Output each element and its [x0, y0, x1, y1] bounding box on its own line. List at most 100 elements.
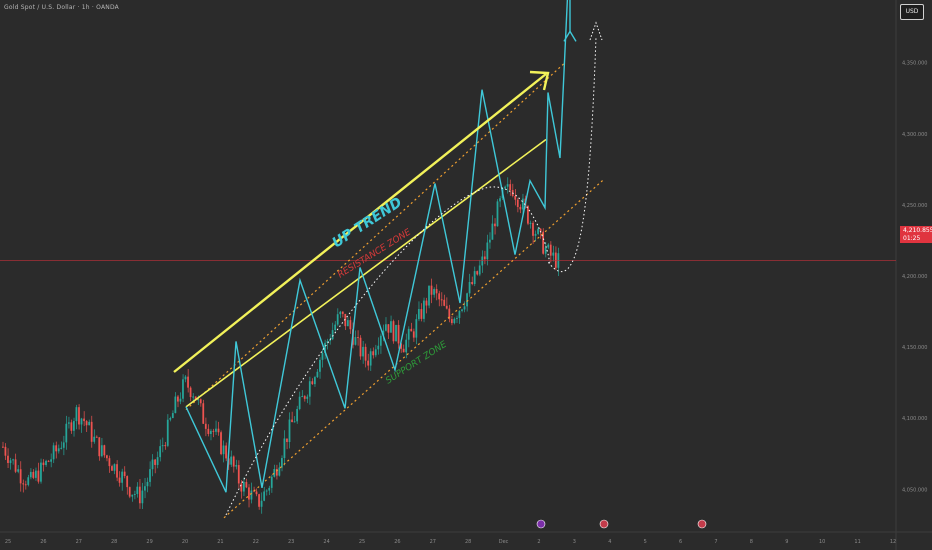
- x-tick-label: 25: [5, 539, 11, 545]
- candle-body: [423, 300, 425, 319]
- candle-body: [372, 351, 375, 356]
- candle-body: [278, 467, 281, 476]
- candle-body: [42, 462, 45, 466]
- candle-body: [527, 206, 529, 224]
- trading-chart[interactable]: 4,350.000 4,300.000 4,250.000 4,200.000 4,15…: [0, 0, 932, 550]
- candle-body: [242, 481, 245, 492]
- candle-body: [156, 457, 159, 465]
- candle-body: [430, 285, 433, 295]
- candle-body: [73, 421, 75, 431]
- candle-body: [308, 381, 311, 397]
- currency-button[interactable]: USD: [900, 4, 924, 20]
- projection-arrow-head: [589, 21, 603, 41]
- support-zone-label: SUPPORT ZONE: [384, 340, 449, 387]
- x-tick-label: 12: [890, 539, 896, 545]
- candle-body: [78, 407, 80, 425]
- x-tick-label: 29: [146, 539, 152, 545]
- candle-body: [111, 466, 113, 471]
- y-tick-label: 4,050.000: [902, 487, 927, 493]
- candle-body: [215, 428, 217, 432]
- candle-body: [298, 396, 301, 410]
- candle-body: [237, 465, 240, 484]
- candle-body: [171, 413, 174, 419]
- candle-body: [136, 486, 139, 494]
- candle-body: [311, 381, 314, 385]
- candle-body: [27, 477, 30, 485]
- candle-body: [387, 324, 390, 333]
- candle-body: [222, 445, 225, 455]
- candle-body: [407, 328, 410, 340]
- candle-body: [552, 252, 555, 256]
- candle-body: [9, 460, 12, 463]
- candle-body: [164, 445, 167, 447]
- candle-body: [357, 337, 359, 339]
- candle-body: [291, 419, 293, 423]
- candle-body: [245, 481, 248, 488]
- candle-body: [478, 265, 481, 275]
- candle-body: [22, 483, 25, 485]
- candle-body: [514, 195, 517, 200]
- candle-body: [7, 455, 9, 463]
- candle-body: [121, 471, 123, 483]
- chart-canvas[interactable]: 4,350.000 4,300.000 4,250.000 4,200.000 4,15…: [0, 0, 932, 550]
- candle-body: [118, 477, 121, 483]
- x-tick-label: 28: [111, 539, 117, 545]
- candle-body: [19, 469, 22, 484]
- candle-body: [542, 231, 545, 254]
- candle-body: [133, 493, 136, 495]
- candle-body: [270, 476, 273, 488]
- x-tick-label: 27: [76, 539, 82, 545]
- candle-body: [32, 471, 35, 478]
- candle-body: [306, 396, 309, 399]
- candle-body: [488, 239, 491, 243]
- candle-body: [98, 437, 101, 457]
- candle-body: [179, 398, 182, 402]
- candle-body: [138, 486, 141, 504]
- candle-body: [486, 242, 489, 260]
- x-tick-label: 26: [40, 539, 46, 545]
- candle-body: [199, 399, 202, 404]
- resistance-channel-line: [185, 62, 566, 411]
- candle-body: [334, 324, 337, 331]
- candle-body: [204, 423, 207, 429]
- candle-body: [384, 324, 387, 331]
- candle-body: [544, 247, 547, 254]
- x-tick-label: 22: [253, 539, 259, 545]
- candle-body: [341, 311, 344, 314]
- candle-body: [509, 184, 512, 191]
- candle-body: [113, 464, 116, 471]
- candle-body: [425, 300, 428, 306]
- candle-body: [57, 448, 60, 452]
- candle-body: [187, 376, 189, 388]
- candle-body: [141, 490, 144, 504]
- candle-body: [105, 455, 108, 459]
- candle-body: [296, 409, 298, 422]
- candle-body: [319, 359, 321, 372]
- candle-body: [75, 407, 78, 422]
- candle-body: [532, 222, 534, 236]
- candle-body: [293, 421, 296, 423]
- candle-body: [468, 282, 471, 294]
- candle-body: [2, 446, 4, 448]
- x-tick-label: 8: [750, 539, 753, 545]
- candle-body: [83, 418, 85, 422]
- candle-body: [159, 446, 162, 458]
- x-tick-label: 5: [644, 539, 647, 545]
- candle-body: [220, 432, 222, 455]
- candle-body: [65, 423, 68, 443]
- candle-body: [67, 422, 70, 424]
- x-tick-label: 6: [679, 539, 682, 545]
- candle-body: [80, 418, 83, 425]
- candle-body: [207, 428, 210, 434]
- candle-body: [184, 376, 187, 380]
- candle-body: [494, 223, 496, 227]
- candle-body: [230, 456, 233, 465]
- candle-body: [433, 289, 435, 295]
- candle-body: [506, 184, 509, 187]
- candle-body: [123, 471, 126, 477]
- candle-body: [458, 310, 461, 318]
- candle-body: [248, 487, 250, 500]
- candle-body: [471, 282, 474, 285]
- x-tick-label: 9: [785, 539, 788, 545]
- candle-body: [336, 314, 339, 325]
